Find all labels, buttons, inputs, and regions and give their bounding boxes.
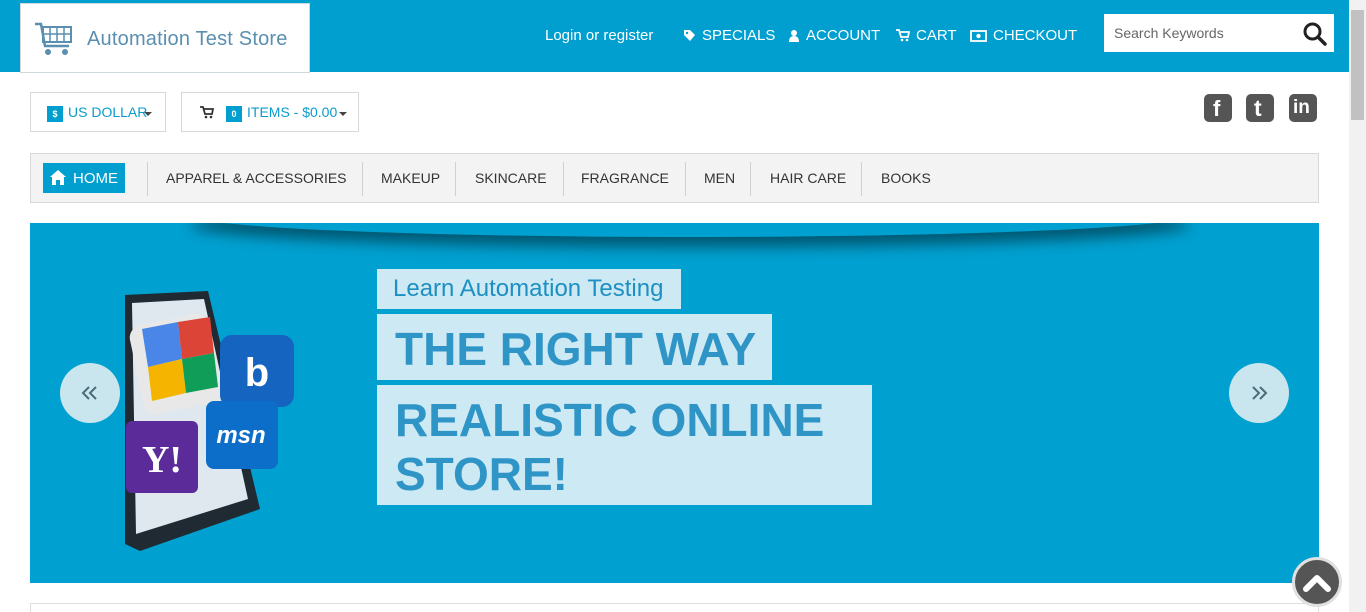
divider [750,162,751,196]
login-register-link[interactable]: Login or register [545,27,653,44]
search-input[interactable] [1104,14,1289,52]
nav-specials-label: SPECIALS [702,27,776,44]
divider [685,162,686,196]
facebook-icon[interactable]: f [1204,94,1232,122]
nav-fragrance[interactable]: FRAGRANCE [581,170,669,186]
search-engines-illustration: b Y! msn [125,291,294,551]
nav-home-label: HOME [73,170,118,187]
chevron-up-icon [1303,575,1331,592]
page-scrollbar[interactable] [1349,0,1366,612]
nav-hair-care[interactable]: HAIR CARE [770,170,846,186]
top-header-bar: Automation Test Store Login or register … [0,0,1349,73]
nav-specials[interactable]: SPECIALS [683,27,775,44]
slider-next-button[interactable] [1229,363,1289,423]
nav-skincare[interactable]: SKINCARE [475,170,547,186]
divider [563,162,564,196]
divider [861,162,862,196]
nav-checkout-label: CHECKOUT [993,27,1078,44]
content-panel-edge [30,603,1319,612]
tag-icon [684,30,695,41]
cart-icon [200,106,214,119]
caret-down-icon [339,112,347,116]
nav-apparel[interactable]: APPAREL & ACCESSORIES [166,170,347,186]
banner-top-shadow [190,223,1190,237]
nav-makeup[interactable]: MAKEUP [381,170,440,186]
search-box [1104,14,1334,52]
nav-cart-label: CART [916,27,957,44]
currency-label: US DOLLAR [68,104,148,120]
nav-cart[interactable]: CART [896,27,957,44]
divider [455,162,456,196]
scrollbar-thumb[interactable] [1351,10,1364,120]
svg-text:msn: msn [216,422,265,449]
search-icon[interactable] [1302,21,1328,47]
double-chevron-left-icon [81,386,97,400]
nav-men[interactable]: MEN [704,170,735,186]
divider [147,162,148,196]
logo-text: Automation Test Store [87,28,288,50]
banner-subheadline: REALISTIC ONLINE STORE! [377,385,872,505]
slider-prev-button[interactable] [60,363,120,423]
divider [362,162,363,196]
twitter-icon[interactable]: t [1246,94,1274,122]
linkedin-icon[interactable]: in [1289,94,1317,122]
back-to-top-button[interactable] [1292,557,1342,607]
nav-account[interactable]: ACCOUNT [788,27,880,44]
hero-banner: b Y! msn Learn Automation Testing THE RI… [30,223,1319,583]
double-chevron-right-icon [1252,386,1268,400]
cart-total-label: ITEMS - $0.00 [247,104,338,120]
caret-down-icon [144,112,152,116]
dollar-icon: $ [47,105,63,122]
shopping-cart-logo-icon [35,22,72,55]
nav-checkout[interactable]: CHECKOUT [970,27,1077,44]
user-icon [789,30,799,42]
svg-text:Y!: Y! [142,439,182,481]
cart-items-dropdown[interactable]: 0 ITEMS - $0.00 [181,92,359,132]
cart-icon [896,29,911,42]
cart-count-badge: 0 [226,105,242,122]
category-nav: HOME APPAREL & ACCESSORIES MAKEUP SKINCA… [30,153,1319,203]
nav-home[interactable]: HOME [43,163,125,193]
svg-text:b: b [245,351,269,395]
banner-tagline: Learn Automation Testing [377,269,681,309]
nav-books[interactable]: BOOKS [881,170,931,186]
banner-headline: THE RIGHT WAY [377,314,772,380]
nav-account-label: ACCOUNT [806,27,881,44]
store-logo[interactable]: Automation Test Store [20,3,310,73]
home-icon [50,170,66,185]
money-icon [970,30,987,42]
currency-dropdown[interactable]: $ US DOLLAR [30,92,166,132]
